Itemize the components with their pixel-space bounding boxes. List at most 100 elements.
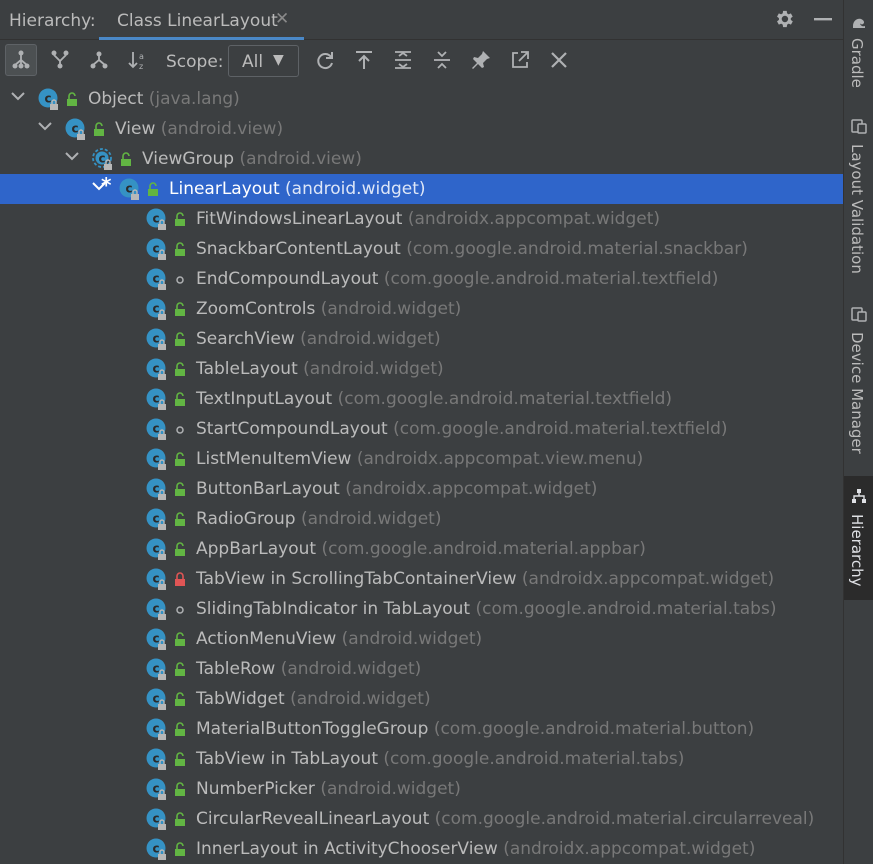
tree-row[interactable]: c ViewGroup (android.view) <box>0 144 843 174</box>
class-name: TextInputLayout (com.google.android.mate… <box>196 389 672 409</box>
scope-value: All <box>242 52 264 72</box>
tree-row[interactable]: c ActionMenuView (android.widget) <box>0 624 843 654</box>
public-access-icon <box>175 842 185 856</box>
tree-row[interactable]: c NumberPicker (android.widget) <box>0 774 843 804</box>
package-name-text: (android.widget) <box>303 359 444 379</box>
tab-class-linearlayout[interactable]: Class LinearLayout ✕ <box>99 0 304 40</box>
class-icon: c <box>146 838 166 860</box>
package-name-text: (android.widget) <box>320 779 461 799</box>
package-name-text: (java.lang) <box>148 89 240 109</box>
class-icon: c <box>65 118 85 140</box>
class-icon: c <box>146 418 166 440</box>
expand-all-icon[interactable] <box>387 44 419 76</box>
class-icon: c <box>146 748 166 770</box>
tree-row[interactable]: c FitWindowsLinearLayout (androidx.appcom… <box>0 204 843 234</box>
class-name-text: InnerLayout in ActivityChooserView <box>196 839 498 859</box>
side-tab-gradle[interactable]: Gradle <box>844 8 873 98</box>
tree-row[interactable]: c TextInputLayout (com.google.android.mat… <box>0 384 843 414</box>
tree-row[interactable]: c TabView in ScrollingTabContainerView (a… <box>0 564 843 594</box>
class-name: SnackbarContentLayout (com.google.androi… <box>196 239 748 259</box>
scope-dropdown[interactable]: All ▼ <box>228 45 299 77</box>
class-hierarchy-icon[interactable] <box>83 44 115 76</box>
class-name: ButtonBarLayout (androidx.appcompat.widg… <box>196 479 597 499</box>
public-access-icon <box>175 212 185 226</box>
class-name: LinearLayout (android.widget) <box>169 179 426 199</box>
tree-row[interactable]: c MaterialButtonToggleGroup (com.google.a… <box>0 714 843 744</box>
tree-row[interactable]: c CircularRevealLinearLayout (com.google.… <box>0 804 843 834</box>
minimize-icon[interactable] <box>813 8 833 30</box>
tree-row[interactable]: c StartCompoundLayout (com.google.android… <box>0 414 843 444</box>
pin-icon[interactable] <box>465 44 497 76</box>
tree-row[interactable]: c Object (java.lang) <box>0 84 843 114</box>
class-name: InnerLayout in ActivityChooserView (andr… <box>196 839 755 859</box>
svg-text:a: a <box>139 52 144 61</box>
svg-text:z: z <box>139 62 143 71</box>
chevron-down-icon[interactable] <box>63 147 81 165</box>
open-in-editor-icon[interactable] <box>504 44 536 76</box>
tree-row[interactable]: c TabWidget (android.widget) <box>0 684 843 714</box>
class-icon: c <box>146 688 166 710</box>
tree-row[interactable]: c SearchView (android.widget) <box>0 324 843 354</box>
package-name-text: (android.widget) <box>300 329 441 349</box>
svg-text:c: c <box>152 422 159 436</box>
tree-row[interactable]: c RadioGroup (android.widget) <box>0 504 843 534</box>
side-tab-hierarchy[interactable]: Hierarchy <box>844 476 873 600</box>
base-on-this-class-icon[interactable] <box>348 44 380 76</box>
class-name-text: ButtonBarLayout <box>196 479 340 499</box>
gear-icon[interactable] <box>773 8 795 30</box>
refresh-icon[interactable] <box>309 44 341 76</box>
tree-row[interactable]: c ZoomControls (android.widget) <box>0 294 843 324</box>
class-icon: c <box>146 448 166 470</box>
svg-text:c: c <box>152 632 159 646</box>
tree-row[interactable]: c TableLayout (android.widget) <box>0 354 843 384</box>
class-name-text: ListMenuItemView <box>196 449 352 469</box>
class-icon: c <box>146 508 166 530</box>
side-tab-device-manager[interactable]: Device Manager <box>844 300 873 466</box>
package-name-text: (android.view) <box>239 149 362 169</box>
tree-row[interactable]: c TabView in TabLayout (com.google.androi… <box>0 744 843 774</box>
tree-row[interactable]: c SnackbarContentLayout (com.google.andro… <box>0 234 843 264</box>
tab-close-icon[interactable]: ✕ <box>275 9 289 29</box>
collapse-all-icon[interactable] <box>426 44 458 76</box>
private-access-icon <box>175 572 185 586</box>
tree-row[interactable]: * c LinearLayout (android.widget) <box>0 173 843 204</box>
public-access-icon <box>175 812 185 826</box>
sort-alphabetically-icon[interactable]: az <box>122 44 154 76</box>
svg-text:c: c <box>152 512 159 526</box>
chevron-down-icon[interactable] <box>9 87 27 105</box>
class-name-text: TableRow <box>196 659 276 679</box>
class-icon: c <box>146 208 166 230</box>
class-name: ActionMenuView (android.widget) <box>196 629 482 649</box>
chevron-down-icon[interactable] <box>36 117 54 135</box>
close-icon[interactable] <box>543 44 575 76</box>
public-access-icon <box>175 782 185 796</box>
package-name-text: (com.google.android.material.appbar) <box>321 539 646 559</box>
tree-row[interactable]: c ListMenuItemView (androidx.appcompat.vi… <box>0 444 843 474</box>
tree-row[interactable]: c EndCompoundLayout (com.google.android.m… <box>0 264 843 294</box>
tree-row[interactable]: c ButtonBarLayout (androidx.appcompat.wid… <box>0 474 843 504</box>
public-access-icon <box>67 92 77 106</box>
class-name-text: Object <box>88 89 144 109</box>
tree-row[interactable]: c SlidingTabIndicator in TabLayout (com.g… <box>0 594 843 624</box>
public-access-icon <box>121 152 131 166</box>
subtypes-hierarchy-icon[interactable] <box>5 44 37 76</box>
supertypes-hierarchy-icon[interactable] <box>44 44 76 76</box>
side-tab-layout-validation[interactable]: Layout Validation <box>844 112 873 282</box>
package-name-text: (com.google.android.material.tabs) <box>475 599 777 619</box>
class-name: View (android.view) <box>115 119 283 139</box>
tree-row[interactable]: c TableRow (android.widget) <box>0 654 843 684</box>
class-name-text: NumberPicker <box>196 779 315 799</box>
class-icon: c <box>146 238 166 260</box>
class-name-text: TabView in TabLayout <box>196 749 378 769</box>
side-tab-label: Hierarchy <box>848 514 866 587</box>
class-icon: c <box>146 778 166 800</box>
tree-row[interactable]: c View (android.view) <box>0 114 843 144</box>
side-tab-label: Device Manager <box>848 332 866 454</box>
class-icon: c <box>146 388 166 410</box>
public-access-icon <box>175 362 185 376</box>
tree-row[interactable]: c InnerLayout in ActivityChooserView (and… <box>0 834 843 864</box>
class-icon: c <box>146 358 166 380</box>
package-name-text: (com.google.android.material.tabs) <box>383 749 685 769</box>
tree-row[interactable]: c AppBarLayout (com.google.android.materi… <box>0 534 843 564</box>
class-icon: c <box>38 88 58 110</box>
